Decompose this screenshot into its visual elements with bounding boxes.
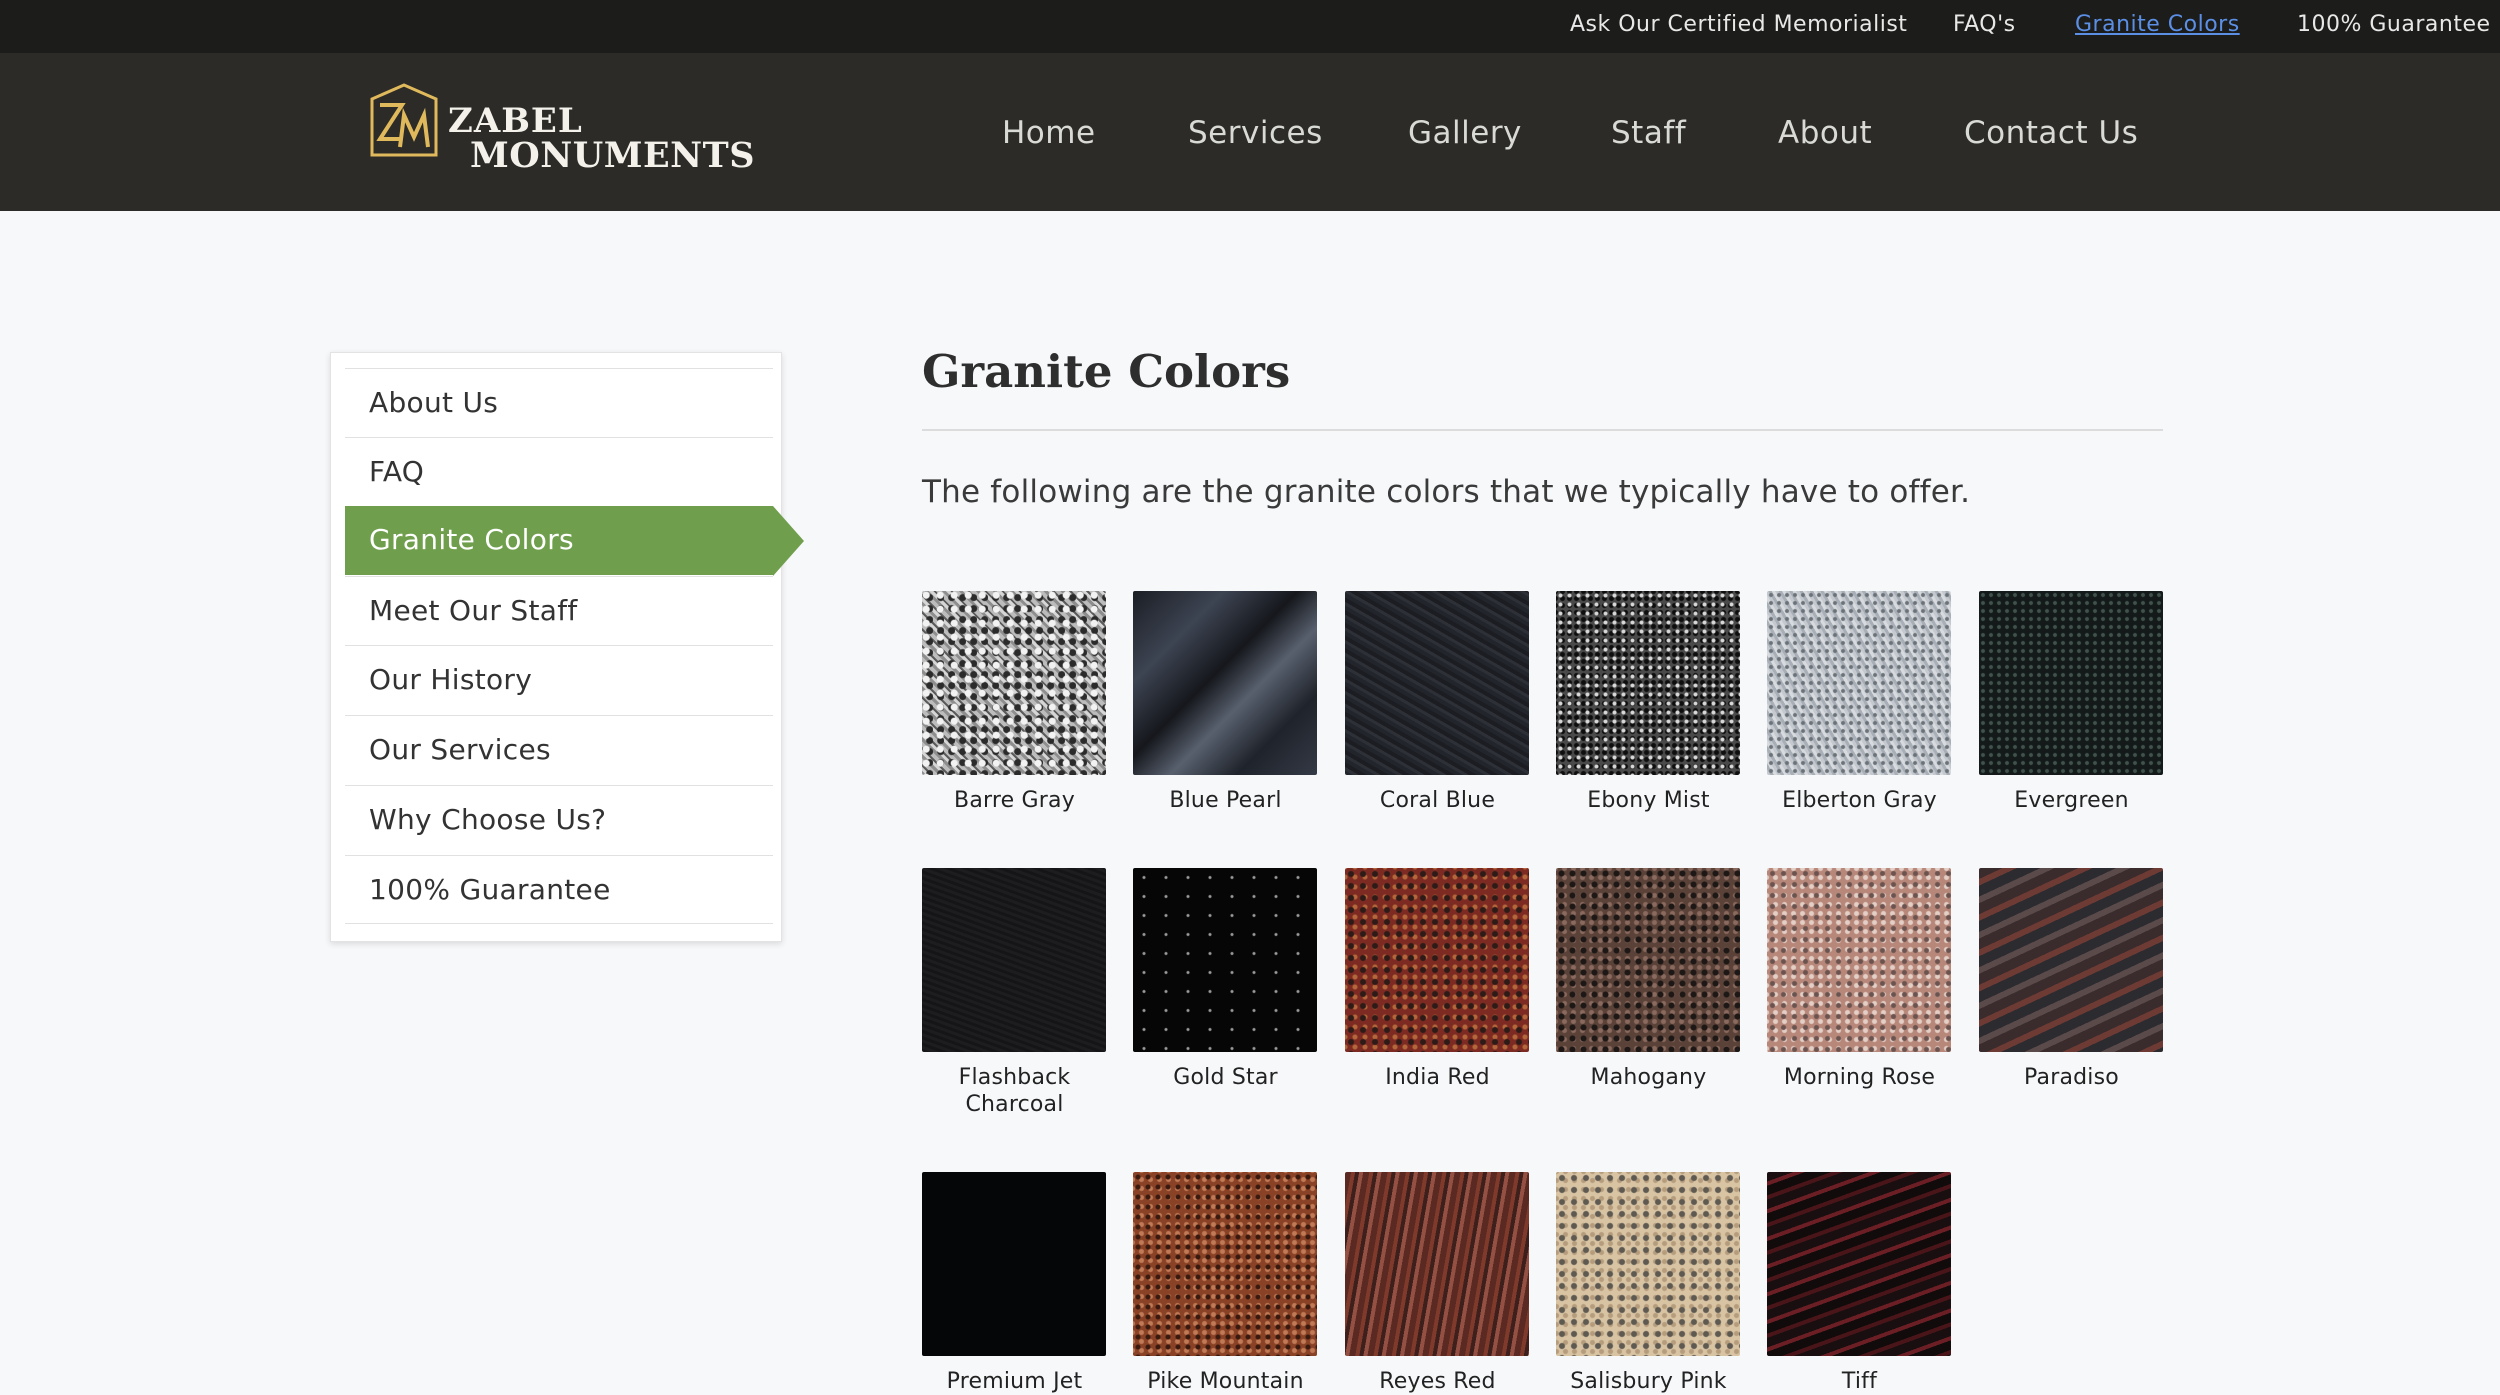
sidebar-item-guarantee[interactable]: 100% Guarantee [345, 855, 773, 924]
swatch-label: Ebony Mist [1587, 788, 1710, 813]
swatch-label: Blue Pearl [1169, 788, 1282, 813]
swatch-label: Flashback Charcoal [958, 1065, 1071, 1117]
nav-gallery[interactable]: Gallery [1408, 113, 1522, 153]
granite-sample-image [1556, 868, 1740, 1052]
active-arrow-icon [773, 506, 804, 576]
swatch-ebony-mist[interactable]: Ebony Mist [1556, 591, 1741, 814]
nav-services[interactable]: Services [1188, 113, 1323, 153]
sidebar-menu: About Us FAQ Granite Colors Meet Our Sta… [330, 352, 804, 942]
granite-sample-image [1133, 1172, 1317, 1356]
sidebar-item-label: Granite Colors [369, 523, 574, 556]
swatch-barre-gray[interactable]: Barre Gray [922, 591, 1107, 814]
granite-sample-image [1345, 1172, 1529, 1356]
nav-contact-us[interactable]: Contact Us [1964, 113, 2138, 153]
swatch-label: Reyes Red [1379, 1369, 1496, 1394]
site-header: ZABEL MONUMENTS Home Services Gallery St… [0, 53, 2500, 211]
granite-sample-image [1556, 591, 1740, 775]
swatch-label: Tiff [1841, 1369, 1878, 1394]
site-logo[interactable]: ZABEL MONUMENTS [368, 81, 754, 181]
logo-wordmark-line2: MONUMENTS [470, 135, 755, 176]
granite-sample-image [922, 868, 1106, 1052]
swatch-evergreen[interactable]: Evergreen [1979, 591, 2164, 814]
nav-home[interactable]: Home [1002, 113, 1096, 153]
swatch-flashback-charcoal[interactable]: Flashback Charcoal [922, 868, 1107, 1118]
swatch-label: Coral Blue [1379, 788, 1496, 813]
swatch-label: Pike Mountain [1147, 1369, 1304, 1394]
swatch-elberton-gray[interactable]: Elberton Gray [1767, 591, 1952, 814]
nav-staff[interactable]: Staff [1611, 113, 1686, 153]
granite-sample-image [1767, 1172, 1951, 1356]
topbar-link-ask-memorialist[interactable]: Ask Our Certified Memorialist [1570, 0, 1907, 53]
utility-bar: Ask Our Certified Memorialist FAQ's Gran… [0, 0, 2500, 53]
swatch-paradiso[interactable]: Paradiso [1979, 868, 2164, 1091]
granite-sample-image [1133, 868, 1317, 1052]
swatch-reyes-red[interactable]: Reyes Red [1345, 1172, 1530, 1395]
swatch-label: Salisbury Pink [1570, 1369, 1727, 1394]
swatch-label: Premium Jet [946, 1369, 1083, 1394]
granite-sample-image [1767, 591, 1951, 775]
topbar-link-granite-colors[interactable]: Granite Colors [2075, 0, 2240, 53]
granite-sample-image [1979, 868, 2163, 1052]
swatch-premium-jet[interactable]: Premium Jet [922, 1172, 1107, 1395]
topbar-link-faqs[interactable]: FAQ's [1953, 0, 2016, 53]
nav-about[interactable]: About [1778, 113, 1872, 153]
topbar-link-guarantee[interactable]: 100% Guarantee [2297, 0, 2491, 53]
swatch-mahogany[interactable]: Mahogany [1556, 868, 1741, 1091]
swatch-morning-rose[interactable]: Morning Rose [1767, 868, 1952, 1091]
granite-sample-image [1345, 591, 1529, 775]
page-title: Granite Colors [922, 345, 1291, 398]
swatch-tiff[interactable]: Tiff [1767, 1172, 1952, 1395]
zm-monogram-icon [370, 83, 438, 157]
swatch-pike-mountain[interactable]: Pike Mountain [1133, 1172, 1318, 1395]
granite-sample-image [922, 1172, 1106, 1356]
granite-sample-image [1979, 591, 2163, 775]
swatch-label: Mahogany [1590, 1065, 1707, 1090]
swatch-india-red[interactable]: India Red [1345, 868, 1530, 1091]
granite-sample-image [1133, 591, 1317, 775]
swatch-label: Paradiso [2024, 1065, 2119, 1090]
granite-sample-image [1345, 868, 1529, 1052]
swatch-label: Morning Rose [1783, 1065, 1936, 1090]
swatch-label: Gold Star [1173, 1065, 1278, 1090]
swatch-label: India Red [1385, 1065, 1490, 1090]
sidebar-item-our-history[interactable]: Our History [345, 645, 773, 714]
title-divider [922, 429, 2163, 431]
swatch-coral-blue[interactable]: Coral Blue [1345, 591, 1530, 814]
swatch-gold-star[interactable]: Gold Star [1133, 868, 1318, 1091]
sidebar-item-granite-colors[interactable]: Granite Colors [345, 506, 804, 576]
swatch-label: Evergreen [2014, 788, 2129, 813]
swatch-salisbury-pink[interactable]: Salisbury Pink [1556, 1172, 1741, 1395]
sidebar-item-our-services[interactable]: Our Services [345, 715, 773, 784]
swatch-label: Elberton Gray [1782, 788, 1937, 813]
swatch-blue-pearl[interactable]: Blue Pearl [1133, 591, 1318, 814]
sidebar-item-about-us[interactable]: About Us [345, 368, 773, 437]
sidebar-item-why-choose-us[interactable]: Why Choose Us? [345, 785, 773, 854]
granite-sample-image [1556, 1172, 1740, 1356]
sidebar-item-faq[interactable]: FAQ [345, 437, 773, 506]
swatch-label: Barre Gray [954, 788, 1075, 813]
sidebar-item-meet-our-staff[interactable]: Meet Our Staff [345, 576, 773, 645]
granite-sample-image [922, 591, 1106, 775]
intro-text: The following are the granite colors tha… [922, 474, 1971, 510]
granite-sample-image [1767, 868, 1951, 1052]
